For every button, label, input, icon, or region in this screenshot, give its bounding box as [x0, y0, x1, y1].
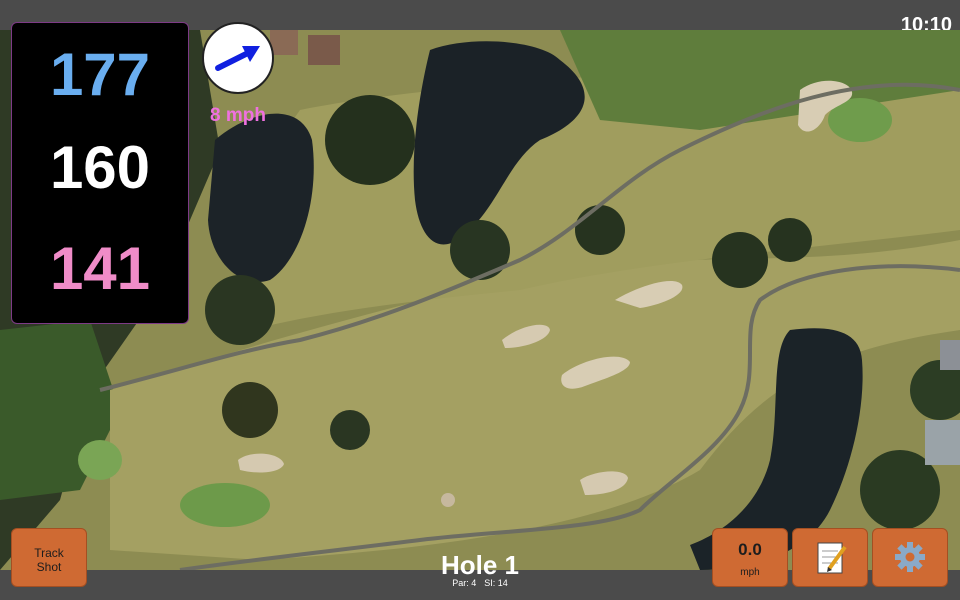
wind-value: 0.0	[738, 540, 762, 559]
gear-icon	[895, 542, 925, 572]
track-shot-label-line2: Shot	[36, 560, 62, 574]
track-shot-label-line1: Track	[34, 546, 64, 560]
distance-middle: 160	[49, 134, 151, 201]
settings-button[interactable]	[872, 528, 948, 587]
wind-direction-indicator	[202, 22, 274, 94]
distance-panel: 177 160 141	[11, 22, 189, 324]
notepad-icon	[817, 542, 847, 574]
hole-stroke-index: SI: 14	[484, 578, 508, 588]
right-arrow-icon	[215, 46, 260, 71]
hole-par: Par: 4	[452, 578, 477, 588]
notes-button[interactable]	[792, 528, 868, 587]
wind-speed-label: 8 mph	[210, 105, 266, 126]
distance-back: 177	[49, 41, 151, 108]
distance-front: 141	[49, 235, 151, 302]
wind-input-button[interactable]: 0.0 mph	[712, 528, 788, 587]
hole-info: Par: 4 SI: 14	[380, 578, 580, 588]
track-shot-button[interactable]: Track Shot	[11, 528, 87, 587]
wind-unit: mph	[740, 567, 760, 578]
hole-title: Hole 1	[440, 550, 520, 580]
